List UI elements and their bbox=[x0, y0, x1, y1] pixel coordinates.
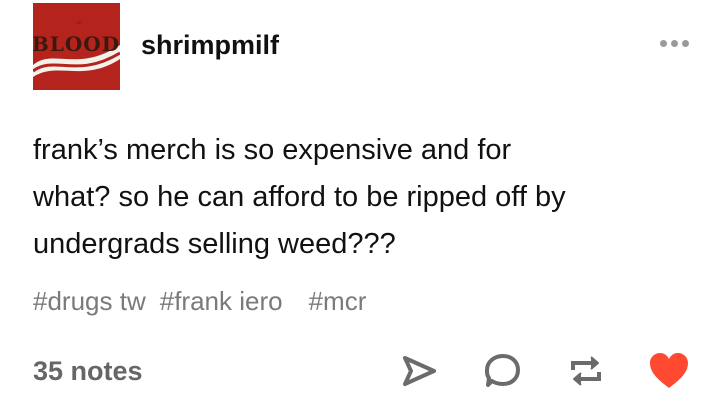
blood-avatar-image: BLOOD ≈ bbox=[33, 3, 120, 90]
post-actions bbox=[0, 350, 720, 394]
svg-text:≈: ≈ bbox=[76, 18, 83, 27]
more-dots-icon[interactable] bbox=[660, 40, 689, 47]
tag-link[interactable]: #frank iero bbox=[160, 286, 283, 317]
tag-link[interactable]: #mcr bbox=[309, 286, 367, 317]
post-tags: #drugs tw #frank iero #mcr bbox=[33, 286, 366, 317]
reply-icon[interactable] bbox=[482, 350, 524, 392]
svg-text:BLOOD: BLOOD bbox=[33, 32, 120, 56]
avatar[interactable]: BLOOD ≈ bbox=[33, 3, 120, 90]
share-icon[interactable] bbox=[398, 350, 440, 392]
heart-icon[interactable] bbox=[647, 350, 689, 392]
post-username[interactable]: shrimpmilf bbox=[141, 32, 279, 59]
tag-link[interactable]: #drugs tw bbox=[33, 286, 146, 317]
reblog-icon[interactable] bbox=[565, 350, 607, 392]
post-text: frank’s merch is so expensive and for wh… bbox=[33, 134, 566, 260]
